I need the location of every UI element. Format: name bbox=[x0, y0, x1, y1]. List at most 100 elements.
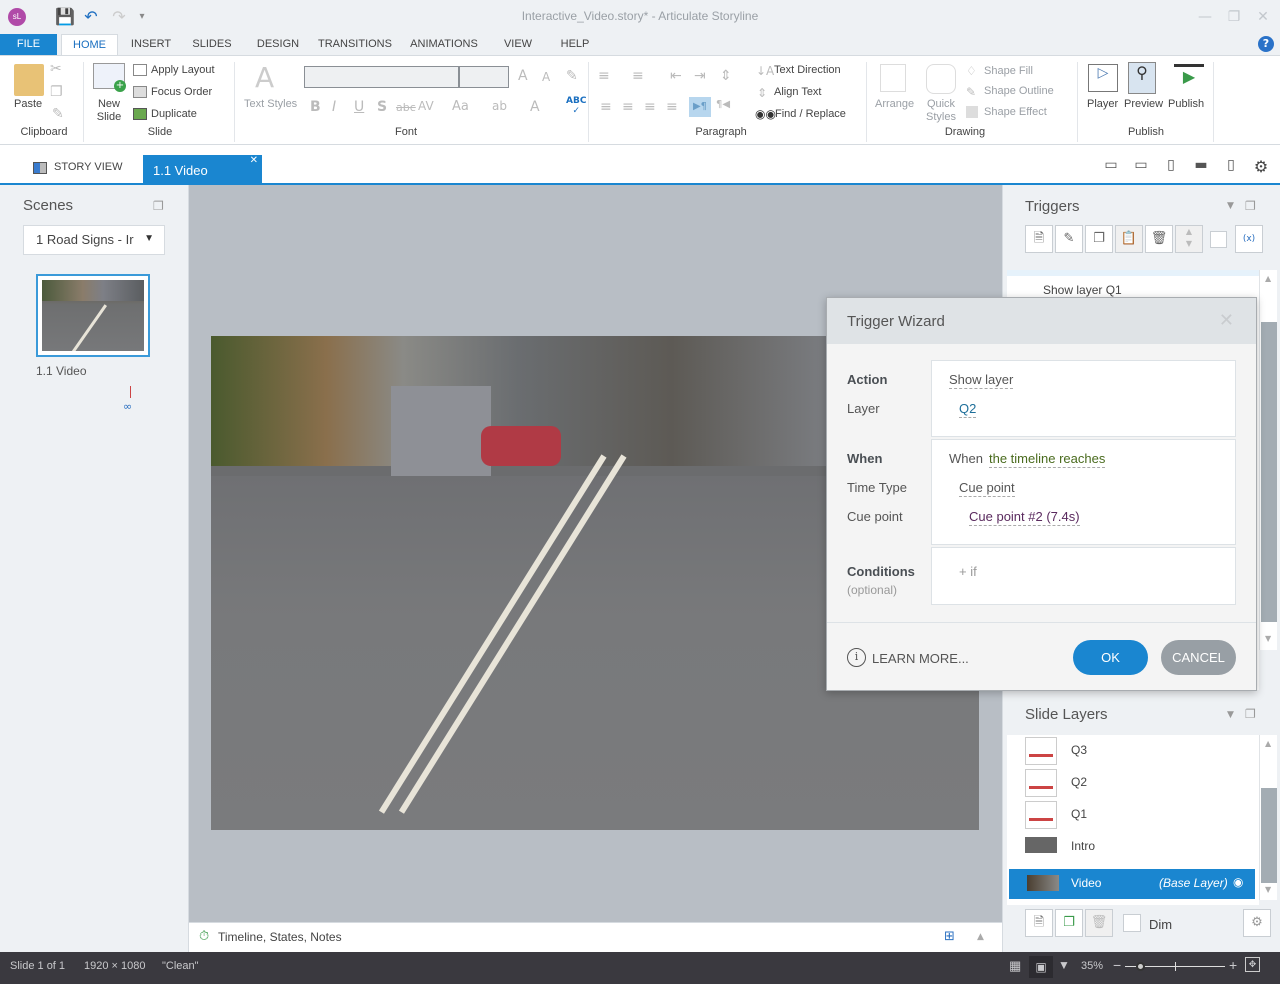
undock-icon[interactable]: ❐ bbox=[1245, 199, 1256, 213]
tab-insert[interactable]: INSERT bbox=[125, 34, 177, 55]
layers-scrollbar[interactable]: ▲ ▼ bbox=[1259, 735, 1277, 900]
align-text-button[interactable]: Align Text bbox=[774, 86, 822, 98]
story-view-status-icon[interactable]: ▦ bbox=[1009, 958, 1021, 974]
align-left-icon[interactable]: ≡ bbox=[600, 99, 612, 115]
copy-icon[interactable]: ❐ bbox=[50, 84, 63, 100]
scroll-thumb[interactable] bbox=[1261, 788, 1277, 883]
zoom-in-icon[interactable]: + bbox=[1229, 957, 1237, 973]
bullets-icon[interactable]: ≡ bbox=[598, 68, 610, 84]
layer-row-intro[interactable]: Intro bbox=[1007, 831, 1259, 863]
arrange-button[interactable]: Arrange bbox=[875, 98, 914, 110]
player-button[interactable]: Player bbox=[1087, 98, 1118, 110]
layer-row-q1[interactable]: Q1 bbox=[1007, 799, 1259, 831]
tab-animations[interactable]: ANIMATIONS bbox=[406, 34, 482, 55]
clear-format-icon[interactable]: ✎ bbox=[566, 68, 578, 84]
grow-font-icon[interactable]: A bbox=[518, 68, 528, 84]
preview-status-icon[interactable]: ▼ bbox=[1058, 958, 1070, 972]
trigger-checkbox[interactable] bbox=[1210, 231, 1227, 248]
find-replace-button[interactable]: Find / Replace bbox=[775, 108, 846, 120]
new-slide-button[interactable]: New Slide bbox=[94, 98, 124, 124]
close-icon[interactable]: ✕ bbox=[1253, 8, 1273, 26]
character-spacing-icon[interactable]: AV bbox=[418, 99, 434, 113]
cue-point-dropdown[interactable]: Cue point #2 (7.4s) bbox=[969, 509, 1080, 526]
collapse-icon[interactable]: ▼ bbox=[1227, 201, 1234, 211]
scroll-down-icon[interactable]: ▼ bbox=[1265, 885, 1271, 894]
tab-file[interactable]: FILE bbox=[0, 34, 57, 55]
eye-icon[interactable]: ◉ bbox=[1233, 875, 1243, 889]
timeline-bar[interactable]: ⏱ Timeline, States, Notes ⊞ ▲ bbox=[189, 922, 1002, 952]
scroll-up-icon[interactable]: ▲ bbox=[1265, 274, 1271, 283]
numbering-icon[interactable]: ≡ bbox=[632, 68, 644, 84]
expand-up-icon[interactable]: ▲ bbox=[977, 932, 984, 942]
decrease-indent-icon[interactable]: ⇤ bbox=[670, 68, 682, 84]
tab-design[interactable]: DESIGN bbox=[252, 34, 304, 55]
paste-trigger-button[interactable]: 📋 bbox=[1115, 225, 1143, 253]
restore-icon[interactable]: ❐ bbox=[1224, 8, 1244, 26]
timeline-toggle-icon[interactable]: ⊞ bbox=[944, 929, 955, 944]
tab-slides[interactable]: SLIDES bbox=[187, 34, 237, 55]
action-dropdown[interactable]: Show layer bbox=[949, 372, 1014, 389]
scene-dropdown[interactable]: 1 Road Signs - Ir ▼ bbox=[23, 225, 165, 255]
edit-trigger-button[interactable]: ✎ bbox=[1055, 225, 1083, 253]
scroll-thumb[interactable] bbox=[1261, 322, 1277, 622]
quick-styles-button[interactable]: Quick Styles bbox=[922, 98, 960, 124]
tablet-portrait-icon[interactable]: ▯ bbox=[1162, 157, 1180, 173]
fit-to-window-icon[interactable]: ✥ bbox=[1245, 957, 1260, 972]
tab-story-view[interactable]: STORY VIEW bbox=[54, 161, 122, 173]
layer-row-q2[interactable]: Q2 bbox=[1007, 767, 1259, 799]
zoom-out-icon[interactable]: − bbox=[1113, 957, 1121, 973]
laptop-icon[interactable]: ▭ bbox=[1102, 157, 1120, 173]
delete-layer-button[interactable]: 🗑 bbox=[1085, 909, 1113, 937]
font-name-combo[interactable] bbox=[304, 66, 459, 88]
preview-button[interactable]: Preview bbox=[1124, 98, 1163, 110]
text-styles-button[interactable]: Text Styles bbox=[244, 98, 297, 110]
font-color-icon[interactable]: A bbox=[530, 99, 540, 115]
shadow-icon[interactable]: S bbox=[377, 99, 387, 115]
dim-checkbox[interactable] bbox=[1123, 914, 1141, 932]
text-direction-button[interactable]: Text Direction bbox=[774, 64, 841, 76]
tablet-landscape-icon[interactable]: ▭ bbox=[1132, 157, 1150, 173]
layer-row-q3[interactable]: Q3 bbox=[1007, 735, 1259, 767]
focus-order-button[interactable]: Focus Order bbox=[151, 86, 212, 98]
gear-icon[interactable]: ⚙ bbox=[1252, 157, 1270, 176]
time-type-dropdown[interactable]: Cue point bbox=[959, 480, 1015, 497]
minimize-icon[interactable]: — bbox=[1195, 8, 1215, 26]
slide-thumbnail[interactable] bbox=[36, 274, 150, 357]
rtl-icon[interactable]: ¶◀ bbox=[716, 99, 730, 110]
zoom-slider-thumb[interactable] bbox=[1136, 962, 1145, 971]
trigger-item[interactable]: Show layer Q1 bbox=[1043, 283, 1122, 297]
align-center-icon[interactable]: ≡ bbox=[622, 99, 634, 115]
strikethrough-icon[interactable]: abc bbox=[396, 101, 416, 114]
paste-button[interactable]: Paste bbox=[14, 98, 42, 110]
publish-button[interactable]: Publish bbox=[1168, 98, 1204, 110]
cancel-button[interactable]: CANCEL bbox=[1161, 640, 1236, 675]
link-icon[interactable]: ∞ bbox=[123, 400, 132, 413]
tab-transitions[interactable]: TRANSITIONS bbox=[316, 34, 394, 55]
align-right-icon[interactable]: ≡ bbox=[644, 99, 656, 115]
phone-portrait-icon[interactable]: ▯ bbox=[1222, 157, 1240, 173]
undock-icon[interactable]: ❐ bbox=[1245, 707, 1256, 721]
layer-dropdown[interactable]: Q2 bbox=[959, 401, 977, 418]
ltr-icon[interactable]: ▶¶ bbox=[689, 97, 711, 117]
phone-landscape-icon[interactable]: ▬ bbox=[1192, 157, 1210, 173]
duplicate-layer-button[interactable]: ❐ bbox=[1055, 909, 1083, 937]
close-icon[interactable]: ✕ bbox=[1219, 310, 1234, 331]
layer-row-base[interactable]: Video (Base Layer) ◉ bbox=[1009, 869, 1255, 899]
collapse-icon[interactable]: ▼ bbox=[1227, 710, 1234, 720]
bold-icon[interactable]: B bbox=[310, 99, 321, 115]
scroll-down-icon[interactable]: ▼ bbox=[1265, 634, 1271, 643]
shrink-font-icon[interactable]: A bbox=[542, 70, 550, 84]
delete-trigger-button[interactable]: 🗑 bbox=[1145, 225, 1173, 253]
italic-icon[interactable]: I bbox=[332, 99, 336, 115]
increase-indent-icon[interactable]: ⇥ bbox=[694, 68, 706, 84]
spellcheck-icon[interactable]: ABC ✓ bbox=[566, 96, 586, 116]
layer-settings-button[interactable]: ⚙ bbox=[1243, 909, 1271, 937]
slide-view-icon[interactable]: ▣ bbox=[1029, 956, 1053, 978]
ok-button[interactable]: OK bbox=[1073, 640, 1148, 675]
new-trigger-button[interactable]: 🗎 bbox=[1025, 225, 1053, 253]
shape-effect-button[interactable]: Shape Effect bbox=[984, 106, 1047, 118]
variables-button[interactable]: (x) bbox=[1235, 225, 1263, 253]
move-trigger-buttons[interactable]: ▲ ▼ bbox=[1175, 225, 1203, 253]
tab-view[interactable]: VIEW bbox=[498, 34, 538, 55]
help-icon[interactable]: ? bbox=[1258, 36, 1274, 52]
